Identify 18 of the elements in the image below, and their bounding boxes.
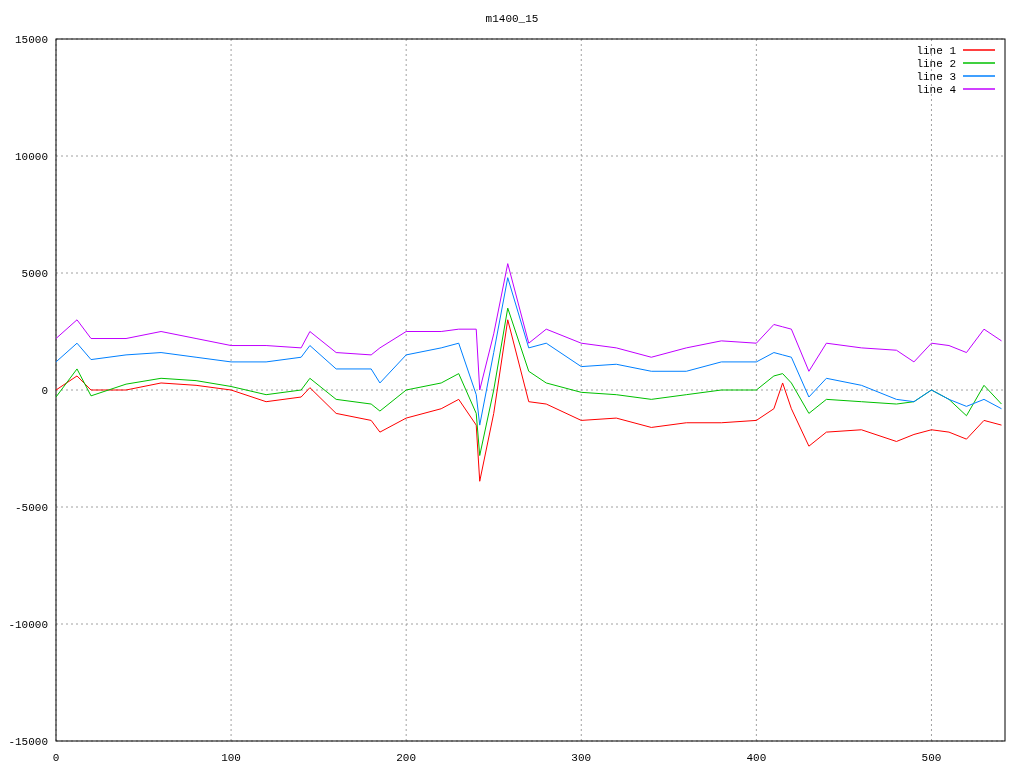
- x-tick-label: 200: [396, 752, 417, 764]
- y-tick-label: 0: [41, 385, 48, 397]
- y-tick-label: -5000: [15, 502, 48, 514]
- y-tick-label: 15000: [15, 34, 48, 46]
- x-tick-label: 300: [571, 752, 592, 764]
- x-tick-label: 0: [52, 752, 60, 764]
- legend-label: line 3: [916, 71, 956, 83]
- x-tick-label: 400: [746, 752, 767, 764]
- legend-label: line 2: [916, 58, 956, 70]
- legend-label: line 4: [916, 84, 956, 96]
- legend-label: line 1: [916, 45, 956, 57]
- y-tick-label: -15000: [8, 736, 48, 748]
- x-tick-label: 100: [221, 752, 241, 764]
- y-tick-label: 5000: [21, 268, 48, 280]
- y-tick-label: -10000: [8, 619, 48, 631]
- y-tick-label: 10000: [15, 151, 48, 163]
- x-tick-label: 500: [921, 752, 942, 764]
- chart-title: m1400_15: [485, 13, 539, 25]
